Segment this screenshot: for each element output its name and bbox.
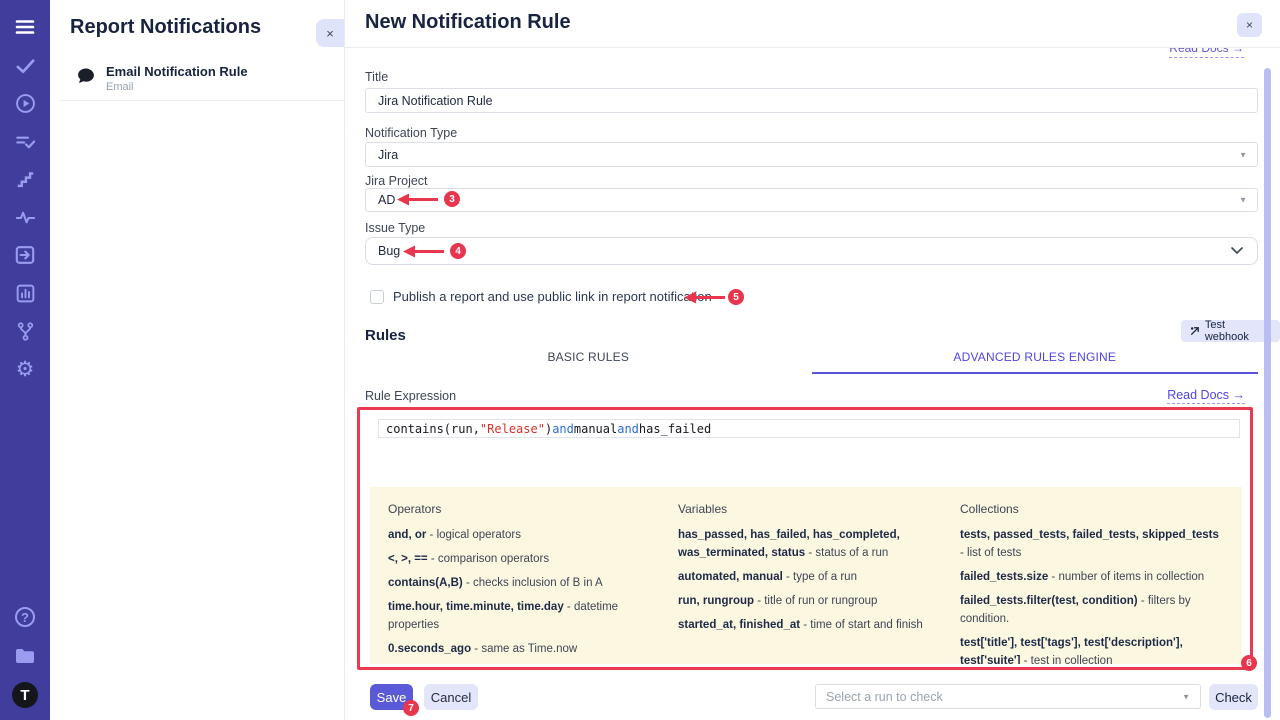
- logo-letter: T: [12, 682, 38, 708]
- menu-icon[interactable]: [11, 14, 39, 40]
- gear-icon[interactable]: ⚙: [11, 356, 39, 382]
- comment-icon: [76, 66, 96, 91]
- help-entry: 0.seconds_ago - same as Time.now: [388, 640, 660, 658]
- tab-basic-rules[interactable]: BASIC RULES: [365, 350, 812, 374]
- publish-report-label: Publish a report and use public link in …: [393, 289, 712, 304]
- code-token: and: [552, 422, 574, 436]
- activity-icon[interactable]: [11, 204, 39, 230]
- code-token: contains(run,: [386, 422, 480, 436]
- notification-rule-item[interactable]: Email Notification Rule Email: [60, 56, 344, 101]
- help-entry: automated, manual - type of a run: [678, 568, 942, 586]
- stairs-icon[interactable]: [11, 166, 39, 192]
- folder-icon[interactable]: [11, 643, 39, 669]
- expression-help-panel: Operators and, or - logical operators <, …: [370, 487, 1242, 664]
- help-column-header: Variables: [678, 502, 942, 516]
- help-entry: failed_tests.filter(test, condition) - f…: [960, 592, 1224, 628]
- help-entry: has_passed, has_failed, has_completed, w…: [678, 526, 942, 562]
- help-column-header: Collections: [960, 502, 1224, 516]
- annotation-arrow-left-icon: [397, 193, 439, 206]
- report-notifications-panel: Report Notifications × Email Notificatio…: [50, 0, 345, 720]
- rules-tabs: BASIC RULESADVANCED RULES ENGINE: [365, 350, 1258, 374]
- check-icon[interactable]: [11, 52, 39, 78]
- webhook-icon: [1190, 326, 1200, 336]
- annotation-badge-3: 3: [444, 191, 460, 207]
- branch-icon[interactable]: [11, 318, 39, 344]
- bar-chart-icon[interactable]: [11, 280, 39, 306]
- panel-close-button[interactable]: ×: [316, 19, 344, 47]
- issue-type-select[interactable]: Bug: [365, 237, 1258, 265]
- help-column-variables: Variables has_passed, has_failed, has_co…: [678, 502, 942, 664]
- help-column-header: Operators: [388, 502, 660, 516]
- notification-type-select[interactable]: Jira ▼: [365, 142, 1258, 167]
- annotation-arrow-left-icon: [403, 245, 445, 258]
- chevron-down-icon: [1231, 247, 1243, 255]
- help-entry: tests, passed_tests, failed_tests, skipp…: [960, 526, 1224, 562]
- cancel-button[interactable]: Cancel: [424, 684, 478, 710]
- help-column-operators: Operators and, or - logical operators <, …: [388, 502, 660, 664]
- select-caret-icon: ▼: [1239, 150, 1247, 159]
- rule-item-title: Email Notification Rule: [106, 64, 248, 79]
- notification-rules-list: Email Notification Rule Email: [60, 56, 344, 101]
- annotation-badge-5: 5: [728, 289, 744, 305]
- app-screen: ⚙ ? T Report Notifications × Email Notif…: [0, 0, 1280, 720]
- publish-report-checkbox[interactable]: [370, 290, 384, 304]
- sidebar-bottom-icons: ? T: [0, 604, 50, 708]
- panel-title: Report Notifications: [70, 16, 261, 39]
- help-entry: test['title'], test['tags'], test['descr…: [960, 634, 1224, 664]
- tab-advanced-rules-engine[interactable]: ADVANCED RULES ENGINE: [812, 350, 1259, 374]
- annotation-badge-6: 6: [1241, 655, 1257, 671]
- code-token: has_failed: [639, 422, 711, 436]
- annotation-badge-4: 4: [450, 243, 466, 259]
- title-label: Title: [365, 70, 388, 84]
- help-column-collections: Collections tests, passed_tests, failed_…: [960, 502, 1224, 664]
- login-icon[interactable]: [11, 242, 39, 268]
- help-entry: failed_tests.size - number of items in c…: [960, 568, 1224, 586]
- logo-avatar[interactable]: T: [11, 682, 39, 708]
- publish-report-row: Publish a report and use public link in …: [370, 289, 712, 304]
- help-entry: contains(A,B) - checks inclusion of B in…: [388, 574, 660, 592]
- code-token: ): [545, 422, 552, 436]
- help-icon[interactable]: ?: [11, 604, 39, 630]
- read-docs-link-clipped[interactable]: Read Docs →: [1169, 48, 1244, 61]
- rule-expression-label: Rule Expression: [365, 389, 456, 403]
- list-check-icon[interactable]: [11, 128, 39, 154]
- issue-type-label: Issue Type: [365, 221, 425, 235]
- vertical-scrollbar[interactable]: [1264, 68, 1271, 718]
- code-token: and: [617, 422, 639, 436]
- main-header: New Notification Rule ×: [345, 0, 1280, 48]
- sidebar-top-icons: ⚙: [0, 14, 50, 382]
- main-close-button[interactable]: ×: [1237, 13, 1262, 37]
- help-entry: started_at, finished_at - time of start …: [678, 616, 942, 634]
- play-circle-icon[interactable]: [11, 90, 39, 116]
- annotation-badge-7: 7: [403, 700, 419, 716]
- code-token: "Release": [480, 422, 545, 436]
- code-token: manual: [574, 422, 617, 436]
- rule-expression-editor[interactable]: contains(run, "Release") and manual and …: [378, 419, 1240, 438]
- annotation-arrow-left-icon: [684, 291, 726, 304]
- run-to-check-select[interactable]: Select a run to check ▼: [815, 684, 1201, 709]
- rules-heading: Rules: [365, 327, 406, 344]
- icon-sidebar: ⚙ ? T: [0, 0, 50, 720]
- page-title: New Notification Rule: [365, 11, 571, 34]
- help-entry: <, >, == - comparison operators: [388, 550, 660, 568]
- help-entry: and, or - logical operators: [388, 526, 660, 544]
- jira-project-label: Jira Project: [365, 174, 428, 188]
- help-entry: run, rungroup - title of run or rungroup: [678, 592, 942, 610]
- help-entry: time.hour, time.minute, time.day - datet…: [388, 598, 660, 634]
- notification-type-label: Notification Type: [365, 126, 457, 140]
- check-button[interactable]: Check: [1209, 684, 1258, 710]
- read-docs-link[interactable]: Read Docs →: [1167, 388, 1245, 404]
- select-caret-icon: ▼: [1182, 692, 1190, 701]
- jira-project-select[interactable]: AD ▼: [365, 188, 1258, 212]
- rule-item-subtitle: Email: [106, 81, 248, 93]
- title-input[interactable]: [365, 88, 1258, 113]
- select-caret-icon: ▼: [1239, 196, 1247, 205]
